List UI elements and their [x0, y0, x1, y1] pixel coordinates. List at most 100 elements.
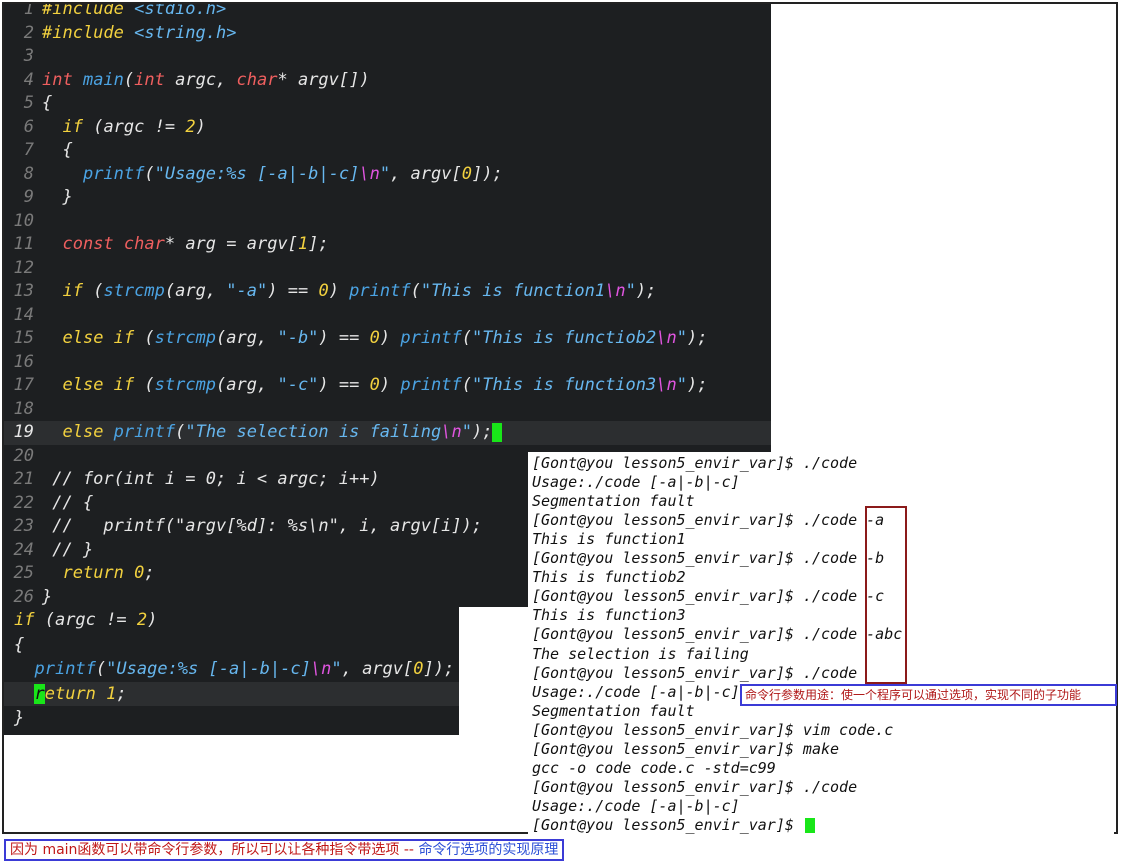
code-line[interactable]: 10	[4, 210, 771, 234]
code-line[interactable]: 19 else printf("The selection is failing…	[4, 421, 771, 445]
terminal-text: [Gont@you lesson5_envir_var]$ vim code.c	[532, 720, 894, 739]
code-token: * argv[])	[277, 69, 370, 90]
line-number: 11	[13, 234, 34, 254]
code-line[interactable]: 16	[4, 351, 771, 375]
code-line[interactable]: 7 {	[4, 139, 771, 163]
code-token: 0	[461, 163, 472, 184]
code-token: ];	[308, 234, 329, 254]
line-number: 18	[13, 398, 34, 419]
code-token: }	[14, 708, 25, 728]
code-token: {	[14, 634, 25, 655]
code-token: int	[134, 69, 176, 90]
terminal-line: [Gont@you lesson5_envir_var]$ vim code.c	[532, 721, 893, 740]
terminal-text: [Gont@you lesson5_envir_var]$ ./code -ab…	[532, 625, 903, 644]
line-number: 3	[23, 46, 34, 66]
code-token: argc,	[175, 69, 237, 90]
terminal-line: This is functiob2	[532, 568, 686, 587]
code-token: "-b"	[277, 328, 319, 348]
code-line[interactable]: 4 int main(int argc, char* argv[])	[4, 69, 771, 93]
code-line[interactable]: 2 #include <string.h>	[4, 22, 771, 46]
line-number: 17	[13, 375, 34, 395]
code-token: #include	[42, 22, 135, 43]
code-token: "Usage:%s [-a|-b|-c]	[106, 659, 311, 679]
code-line[interactable]: 5{	[4, 92, 771, 116]
code-token: main	[82, 69, 124, 90]
line-number: 5	[23, 93, 34, 113]
snippet-line: }	[4, 706, 459, 731]
terminal-output[interactable]: [Gont@you lesson5_envir_var]$ ./code Usag…	[528, 452, 1114, 834]
code-token: );	[471, 422, 493, 442]
line-number: 2	[23, 22, 34, 43]
code-line[interactable]: 3	[4, 45, 771, 69]
code-token: (	[410, 281, 421, 301]
code-token: if	[14, 610, 45, 630]
snippet-line: {	[4, 633, 459, 658]
snippet-line: if (argc != 2)	[4, 608, 459, 633]
code-token: "	[676, 328, 687, 348]
code-token: "-a"	[226, 281, 268, 301]
code-token: strcmp	[154, 328, 217, 348]
code-token: strcmp	[103, 281, 165, 301]
code-line[interactable]: 6 if (argc != 2)	[4, 116, 771, 140]
bottom-caption: 因为 main函数可以带命令行参数，所以可以让各种指令带选项 -- 命令行选项的…	[4, 839, 565, 861]
code-token: "This is function3	[472, 375, 657, 395]
terminal-text: Usage:./code [-a|-b|-c]	[532, 682, 740, 701]
terminal-line: [Gont@you lesson5_envir_var]$ ./code -a	[532, 511, 884, 530]
code-token: (arg,	[216, 375, 278, 395]
code-line[interactable]: 1 #include <stdio.h>	[4, 4, 771, 22]
terminal-line: Usage:./code [-a|-b|-c]	[532, 473, 740, 492]
code-token: if	[62, 281, 94, 301]
line-number: 26	[13, 586, 34, 607]
line-number: 9	[23, 187, 34, 207]
code-token: else if	[62, 328, 145, 348]
code-token: );	[686, 328, 708, 348]
code-token: )	[379, 375, 401, 395]
code-line[interactable]: 17 else if (strcmp(arg, "-c") == 0) prin…	[4, 374, 771, 398]
line-number: 10	[13, 210, 34, 231]
code-token: "The selection is failing	[185, 422, 442, 442]
code-token: "This is functiob2	[472, 328, 657, 348]
code-line[interactable]: 15 else if (strcmp(arg, "-b") == 0) prin…	[4, 327, 771, 351]
terminal-text: [Gont@you lesson5_envir_var]$ ./code -a	[532, 511, 885, 530]
terminal-line: [Gont@you lesson5_envir_var]$ ./code	[532, 778, 857, 797]
terminal-line: [Gont@you lesson5_envir_var]$ ./code -c	[532, 587, 884, 606]
code-token: ;	[116, 683, 127, 704]
terminal-line: Usage:./code [-a|-b|-c]	[532, 797, 740, 816]
code-line[interactable]: 18	[4, 398, 771, 422]
code-line[interactable]: 13 if (strcmp(arg, "-a") == 0) printf("T…	[4, 280, 771, 304]
line-number: 6	[23, 116, 34, 137]
code-token: printf	[400, 328, 462, 348]
terminal-line: [Gont@you lesson5_envir_var]$ ./code -b	[532, 549, 884, 568]
code-token: char	[236, 69, 278, 90]
code-token: (	[175, 422, 186, 442]
terminal-line: [Gont@you lesson5_envir_var]$ ./code	[532, 664, 857, 683]
code-line[interactable]: 11 const char* arg = argv[1];	[4, 233, 771, 257]
code-token: 1	[297, 234, 309, 254]
terminal-text: This is functiob2	[532, 568, 686, 587]
code-token: printf	[400, 375, 462, 395]
caption-red-text: 因为 main函数可以带命令行参数，所以可以让各种指令带选项 --	[10, 842, 419, 858]
terminal-text: This is function1	[532, 530, 686, 549]
usage-note: 命令行参数用途：使一个程序可以通过选项，实现不同的子功能	[740, 684, 1117, 706]
code-token: if	[62, 116, 94, 137]
snippet-line: printf("Usage:%s [-a|-b|-c]\n", argv[0])…	[4, 657, 459, 682]
code-token: 1	[106, 683, 117, 704]
code-token: {	[42, 140, 73, 160]
code-token: // }	[42, 539, 94, 560]
code-line[interactable]: 8 printf("Usage:%s [-a|-b|-c]\n", argv[0…	[4, 163, 771, 187]
terminal-cursor	[804, 817, 815, 833]
code-line[interactable]: 9 }	[4, 186, 771, 210]
code-token: , argv[	[341, 659, 414, 679]
code-token: "This is function1	[420, 281, 606, 301]
code-token: const char	[62, 234, 165, 254]
code-token: {	[42, 93, 53, 113]
caption-blue-text: 命令行选项的实现原理	[418, 842, 559, 858]
code-line[interactable]: 14	[4, 304, 771, 328]
code-line[interactable]: 12	[4, 257, 771, 281]
terminal-text: Segmentation fault	[532, 492, 695, 511]
terminal-text: [Gont@you lesson5_envir_var]$ ./code -c	[532, 587, 885, 606]
